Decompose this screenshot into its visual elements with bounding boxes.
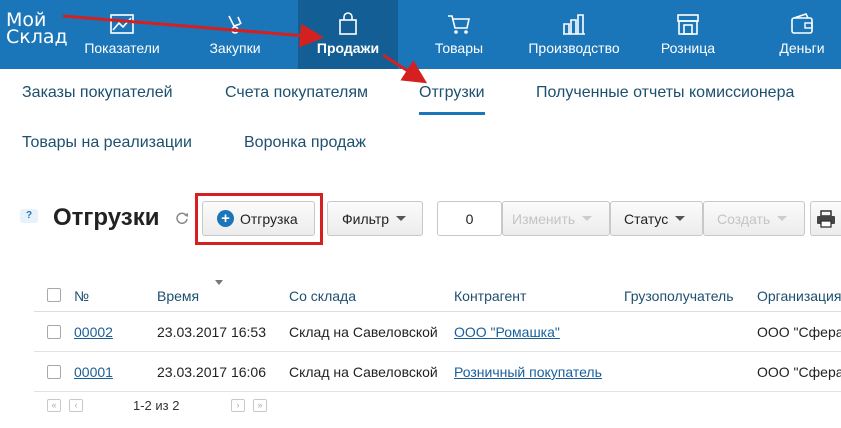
column-warehouse[interactable]: Со склада — [289, 288, 356, 304]
edit-dropdown-button[interactable]: Изменить — [502, 201, 610, 236]
counterparty-link[interactable]: ООО "Ромашка" — [454, 324, 560, 340]
tab-commissioner-reports[interactable]: Полученные отчеты комиссионера — [536, 84, 794, 102]
nav-item-sales[interactable]: Продажи — [298, 0, 398, 69]
nav-item-indicators[interactable]: Показатели — [72, 0, 172, 69]
table-row[interactable]: 00001 23.03.2017 16:06 Склад на Савеловс… — [34, 353, 841, 392]
filter-label: Фильтр — [342, 210, 390, 227]
shopping-bag-icon — [339, 12, 357, 35]
shipment-organization: ООО "Сфера" — [757, 364, 841, 380]
store-icon — [677, 14, 699, 35]
next-page-button[interactable]: › — [231, 399, 245, 412]
row-checkbox[interactable] — [47, 365, 61, 379]
nav-label: Показатели — [84, 40, 160, 56]
chevron-down-icon — [582, 216, 593, 221]
cart-icon — [448, 15, 470, 34]
nav-item-products[interactable]: Товары — [411, 0, 507, 69]
chevron-down-icon — [396, 216, 407, 221]
shipment-warehouse: Склад на Савеловской — [289, 364, 438, 380]
shipment-organization: ООО "Сфера" — [757, 324, 841, 340]
tab-customer-invoices[interactable]: Счета покупателям — [225, 84, 368, 102]
status-dropdown-button[interactable]: Статус — [610, 201, 703, 236]
row-checkbox[interactable] — [47, 325, 61, 339]
chevron-down-icon — [675, 216, 686, 221]
shipment-warehouse: Склад на Савеловской — [289, 324, 438, 340]
nav-item-production[interactable]: Производство — [522, 0, 626, 69]
page-title: Отгрузки — [53, 204, 160, 231]
sort-desc-icon — [215, 280, 223, 285]
column-consignee[interactable]: Грузополучатель — [624, 288, 734, 304]
tab-goods-on-consignment[interactable]: Товары на реализации — [22, 134, 192, 152]
chart-icon — [110, 14, 134, 34]
column-number[interactable]: № — [74, 288, 89, 304]
selected-count-field: 0 — [437, 201, 502, 236]
nav-label: Товары — [434, 40, 484, 56]
shipment-time: 23.03.2017 16:06 — [157, 364, 266, 380]
pagination-range: 1-2 из 2 — [133, 398, 180, 413]
last-page-button[interactable]: » — [253, 399, 267, 412]
column-organization[interactable]: Организация — [757, 288, 841, 304]
filter-button[interactable]: Фильтр — [327, 201, 423, 236]
table-header: № Время Со склада Контрагент Грузополуча… — [34, 280, 841, 312]
nav-label: Производство — [528, 40, 620, 56]
nav-label: Продажи — [316, 40, 380, 56]
factory-icon — [563, 14, 585, 35]
selected-count-value: 0 — [465, 210, 474, 227]
refresh-icon[interactable] — [175, 211, 189, 225]
nav-item-retail[interactable]: Розница — [640, 0, 736, 69]
column-counterparty[interactable]: Контрагент — [454, 288, 526, 304]
shipment-time: 23.03.2017 16:53 — [157, 324, 266, 340]
table-row[interactable]: 00002 23.03.2017 16:53 Склад на Савеловс… — [34, 313, 841, 352]
first-page-button[interactable]: « — [47, 399, 61, 412]
tab-shipments[interactable]: Отгрузки — [419, 84, 485, 115]
chevron-down-icon — [777, 216, 788, 221]
nav-label: Деньги — [779, 40, 825, 56]
nav-label: Розница — [660, 40, 716, 56]
column-time[interactable]: Время — [157, 288, 199, 304]
status-label: Статус — [624, 210, 669, 227]
help-button[interactable]: ? — [20, 209, 38, 223]
printer-icon — [817, 209, 835, 228]
wallet-icon — [791, 13, 813, 34]
nav-item-purchases[interactable]: Закупки — [185, 0, 285, 69]
brand-logo[interactable]: Мой Склад — [6, 11, 68, 48]
tab-sales-funnel[interactable]: Воронка продаж — [244, 134, 366, 152]
select-all-checkbox[interactable] — [47, 288, 61, 302]
shipment-number-link[interactable]: 00002 — [74, 324, 113, 340]
logo-line-2: Склад — [6, 26, 68, 48]
create-label: Создать — [717, 210, 771, 227]
purchases-icon — [228, 15, 242, 34]
nav-item-money[interactable]: Деньги — [760, 0, 841, 69]
sales-subtabs: Заказы покупателей Счета покупателям Отг… — [0, 69, 841, 173]
nav-label: Закупки — [209, 40, 261, 56]
counterparty-link[interactable]: Розничный покупатель — [454, 364, 602, 380]
top-navigation-bar: Мой Склад Показатели Закупки Продажи Тов… — [0, 0, 841, 69]
shipment-number-link[interactable]: 00001 — [74, 364, 113, 380]
tab-customer-orders[interactable]: Заказы покупателей — [22, 84, 173, 102]
edit-label: Изменить — [512, 210, 576, 227]
prev-page-button[interactable]: ‹ — [69, 399, 83, 412]
print-button[interactable] — [810, 201, 841, 236]
annotation-highlight-box — [195, 193, 323, 245]
create-dropdown-button[interactable]: Создать — [703, 201, 805, 236]
